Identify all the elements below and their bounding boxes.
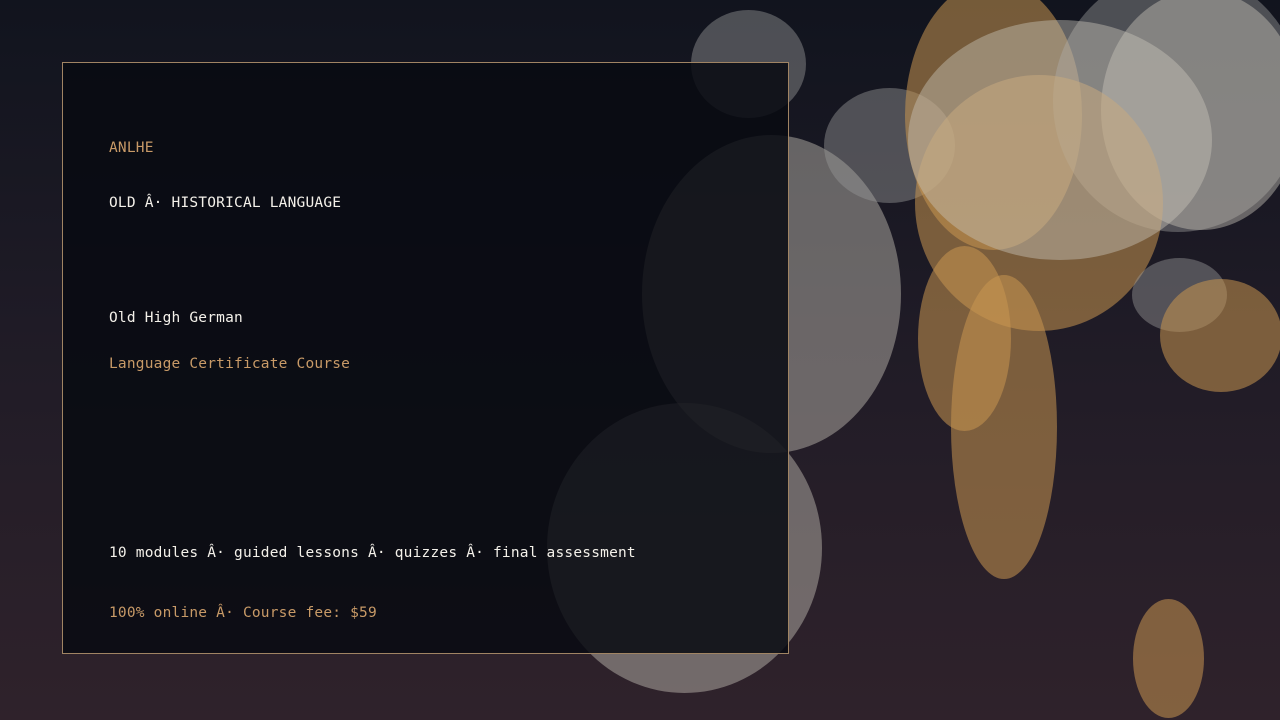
course-subtitle: Language Certificate Course [109,356,351,372]
course-category: OLD Â· HISTORICAL LANGUAGE [109,195,342,211]
course-card: ANLHE OLD Â· HISTORICAL LANGUAGE Old Hig… [62,62,789,654]
course-pricing: 100% online Â· Course fee: $59 [109,605,377,621]
brand-name: ANLHE [109,140,154,156]
bokeh-circle [1160,279,1280,392]
course-features: 10 modules Â· guided lessons Â· quizzes … [109,545,636,561]
bokeh-circle [1133,599,1204,718]
bokeh-circle [951,275,1057,579]
course-title: Old High German [109,310,243,326]
bokeh-circle [908,20,1212,260]
